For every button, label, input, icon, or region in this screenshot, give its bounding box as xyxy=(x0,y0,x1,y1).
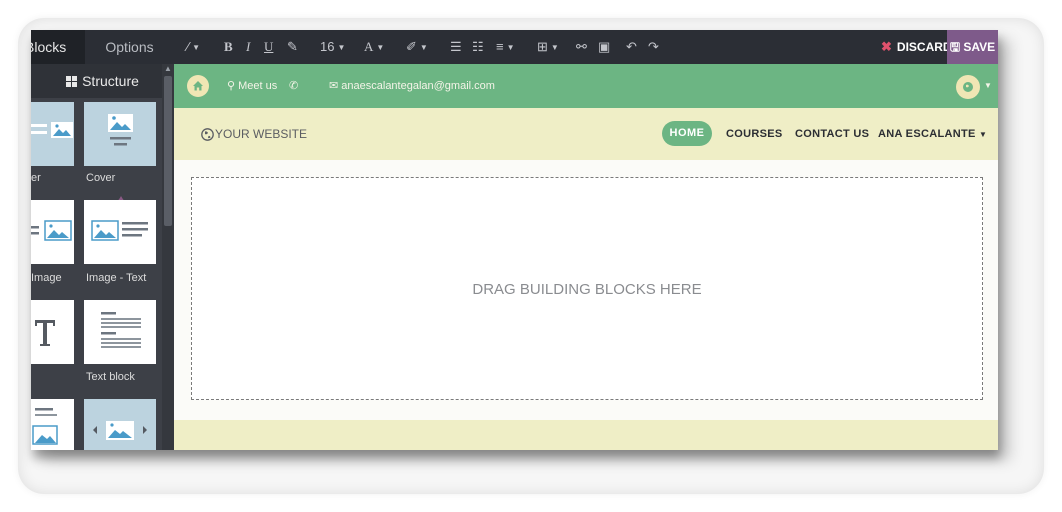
text-t-icon xyxy=(35,320,55,346)
link-icon[interactable]: ⚯ xyxy=(576,30,587,64)
block-image-text[interactable] xyxy=(84,200,156,264)
close-icon: ✖ xyxy=(881,39,892,54)
meet-us-label: Meet us xyxy=(238,80,278,92)
globe-icon xyxy=(963,82,973,92)
site-navbar: YOUR WEBSITE HOME COURSES CONTACT US ANA… xyxy=(174,108,998,160)
block-label-text: Text block xyxy=(86,371,135,383)
align-icon[interactable]: ≡ ▼ xyxy=(496,30,515,64)
block-text-image[interactable] xyxy=(31,399,74,450)
block-label-partial: er xyxy=(31,172,41,184)
meet-us-link[interactable]: ⚲ Meet us xyxy=(227,64,277,108)
image-text-icon xyxy=(91,220,148,241)
block-label-cover: Cover xyxy=(86,172,116,184)
nav-courses[interactable]: COURSES xyxy=(726,108,783,160)
tab-blocks[interactable]: Blocks xyxy=(31,30,85,64)
table-icon[interactable]: ⊞ ▼ xyxy=(537,30,559,64)
magic-wand-icon[interactable]: ⁄ ▼ xyxy=(187,30,200,64)
save-label: SAVE xyxy=(963,40,996,54)
block-title[interactable] xyxy=(31,300,74,364)
envelope-icon: ✉ xyxy=(329,80,339,92)
phone-icon[interactable]: ✆ xyxy=(289,64,298,108)
block-slider[interactable] xyxy=(84,399,156,450)
scroll-up-arrow-icon[interactable]: ▲ xyxy=(164,64,172,74)
unordered-list-icon[interactable]: ☰ xyxy=(450,30,462,64)
font-size-value: 16 xyxy=(320,39,335,54)
image-text-icon xyxy=(31,220,72,241)
panel-tabs: Blocks Options xyxy=(31,30,174,64)
structure-header[interactable]: Structure xyxy=(31,64,174,98)
email-label: anaescalantegalan@gmail.com xyxy=(341,80,495,92)
panel-scrollbar[interactable]: ▲ xyxy=(162,64,174,450)
italic-icon[interactable]: I xyxy=(246,30,250,64)
home-button[interactable] xyxy=(187,75,209,97)
text-image-icon xyxy=(32,408,58,445)
chevron-down-icon: ▼ xyxy=(978,130,988,139)
image-insert-icon[interactable]: ▣ xyxy=(598,30,610,64)
nav-contact[interactable]: CONTACT US xyxy=(795,108,869,160)
nav-user-label: ANA ESCALANTE xyxy=(878,128,976,140)
structure-title: Structure xyxy=(82,73,139,89)
editor-app: Blocks Options Structure ▲ er xyxy=(31,30,998,450)
email-link[interactable]: ✉ anaescalantegalan@gmail.com xyxy=(329,64,495,108)
site-topbar: ⚲ Meet us ✆ ✉ anaescalantegalan@gmail.co… xyxy=(174,64,998,108)
editor-toolbar: ⁄ ▼ B I U ✎ 16 ▼ A ▼ ✐ ▼ ☰ ☷ ≡ ▼ ⊞ ▼ ⚯ ▣ ↶ ↷ ✖… xyxy=(174,30,998,64)
block-cover-partial[interactable] xyxy=(31,102,74,166)
brand-label: YOUR WEBSITE xyxy=(215,127,308,141)
bold-icon[interactable]: B xyxy=(224,30,233,64)
redo-icon[interactable]: ↷ xyxy=(648,30,659,64)
text-lines-icon xyxy=(101,312,141,348)
language-caret-icon[interactable]: ▼ xyxy=(984,64,992,108)
font-size-dropdown[interactable]: 16 ▼ xyxy=(320,30,345,64)
discard-label: DISCARD xyxy=(896,40,952,54)
website-canvas: ⚲ Meet us ✆ ✉ anaescalantegalan@gmail.co… xyxy=(174,64,998,450)
brush-icon[interactable]: ✐ ▼ xyxy=(406,30,428,64)
block-image-partial[interactable] xyxy=(31,200,74,264)
block-label-image: Image xyxy=(31,272,62,284)
globe-logo-icon xyxy=(201,128,214,141)
site-brand[interactable]: YOUR WEBSITE xyxy=(201,108,307,160)
site-footer-strip xyxy=(174,420,998,450)
map-marker-icon: ⚲ xyxy=(227,80,236,92)
tab-options[interactable]: Options xyxy=(85,30,174,64)
block-text[interactable] xyxy=(84,300,156,364)
font-color-icon[interactable]: A ▼ xyxy=(364,30,384,64)
grid-icon xyxy=(66,76,78,87)
home-icon xyxy=(193,81,203,91)
block-cover[interactable] xyxy=(84,102,156,166)
undo-icon[interactable]: ↶ xyxy=(626,30,637,64)
cover-icon xyxy=(108,114,133,146)
scroll-thumb[interactable] xyxy=(164,76,172,226)
drop-zone[interactable]: DRAG BUILDING BLOCKS HERE xyxy=(191,177,983,400)
block-label-image-text: Image - Text xyxy=(86,272,147,284)
slider-icon xyxy=(93,421,147,440)
blocks-panel: Blocks Options Structure ▲ er xyxy=(31,30,174,450)
underline-icon[interactable]: U xyxy=(264,30,273,64)
discard-button[interactable]: ✖ DISCARD xyxy=(881,30,952,64)
eraser-icon[interactable]: ✎ xyxy=(287,30,298,64)
language-button[interactable] xyxy=(956,75,980,99)
ordered-list-icon[interactable]: ☷ xyxy=(472,30,484,64)
save-icon: 🖫 xyxy=(949,40,961,54)
cover-icon xyxy=(31,122,73,138)
nav-home[interactable]: HOME xyxy=(662,121,712,146)
nav-user-menu[interactable]: ANA ESCALANTE ▼ xyxy=(878,108,987,160)
save-button[interactable]: 🖫 SAVE xyxy=(947,30,998,64)
